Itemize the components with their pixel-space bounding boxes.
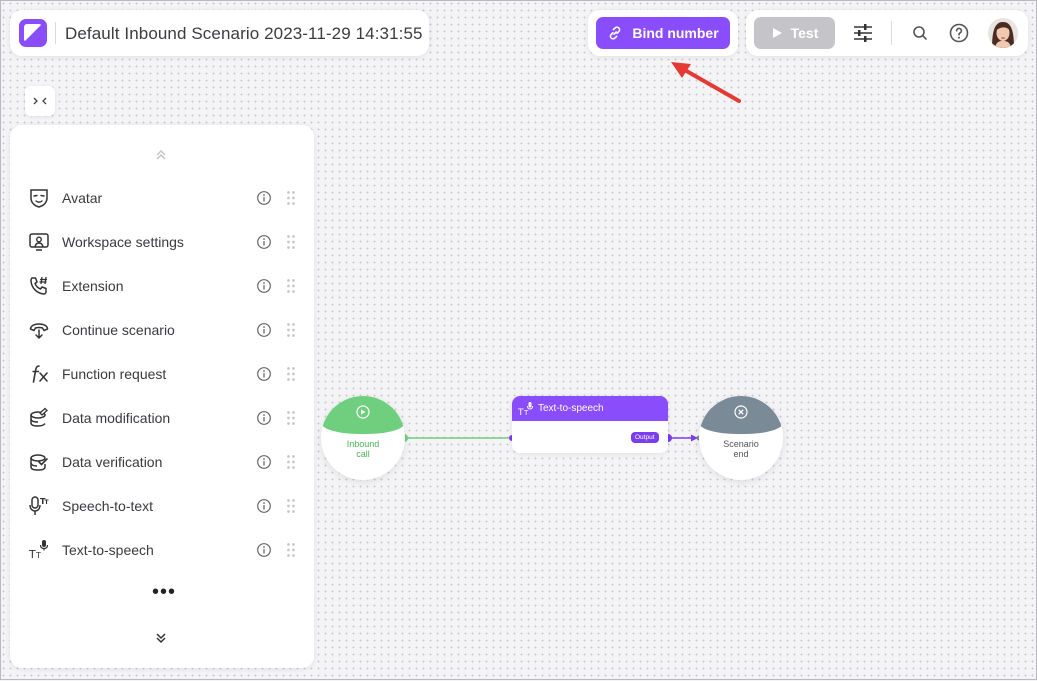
output-port-badge[interactable]: Output (631, 432, 659, 443)
end-node-line2: end (733, 449, 749, 459)
svg-text:T: T (523, 409, 529, 416)
flow-connections (400, 434, 702, 442)
inbound-call-node[interactable]: Inbound call (321, 396, 405, 480)
start-node-line2: call (356, 449, 370, 459)
tts-node-title: Text-to-speech (538, 403, 604, 414)
text-to-speech-node[interactable]: TT Text-to-speech Output (512, 396, 668, 453)
end-icon (734, 405, 748, 419)
text-to-speech-icon: TT (518, 401, 533, 416)
start-node-line1: Inbound (346, 439, 380, 449)
scenario-end-node[interactable]: Scenario end (699, 396, 783, 480)
end-node-line1: Scenario (723, 439, 759, 449)
phone-incoming-icon (356, 405, 370, 419)
